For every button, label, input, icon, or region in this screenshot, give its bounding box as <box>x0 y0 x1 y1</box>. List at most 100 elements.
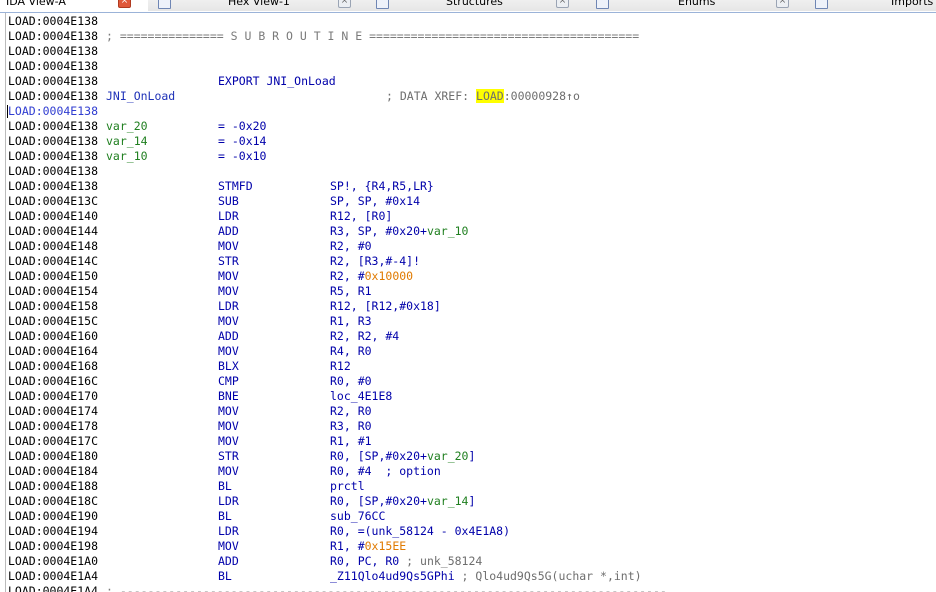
listing-line[interactable]: LOAD:0004E160 ADD R2, R2, #4 <box>8 329 934 344</box>
listing-line[interactable]: LOAD:0004E138 ; =============== S U B R O… <box>8 29 934 44</box>
listing-line[interactable]: LOAD:0004E17C MOV R1, #1 <box>8 434 934 449</box>
close-icon[interactable]: × <box>338 0 351 8</box>
instruction-operands: _Z11Qlo4ud9Qs5GPhi ; Qlo4ud9Qs5G(uchar *… <box>330 569 642 584</box>
instruction-mnemonic: MOV <box>218 464 239 478</box>
listing-line[interactable]: LOAD:0004E188 BL prctl <box>8 479 934 494</box>
listing-line[interactable]: LOAD:0004E168 BLX R12 <box>8 359 934 374</box>
listing-line[interactable]: LOAD:0004E16C CMP R0, #0 <box>8 374 934 389</box>
listing-line[interactable]: LOAD:0004E138 <box>8 104 934 119</box>
instruction-mnemonic: BL <box>218 509 232 523</box>
line-address: LOAD:0004E198 <box>8 539 99 553</box>
listing-line[interactable]: LOAD:0004E198 MOV R1, #0x15EE <box>8 539 934 554</box>
operand-comment: ; Qlo4ud9Qs5G(uchar *,int) <box>454 569 642 583</box>
enums-icon <box>596 0 609 9</box>
instruction-mnemonic: STMFD <box>218 179 253 193</box>
listing-line[interactable]: LOAD:0004E164 MOV R4, R0 <box>8 344 934 359</box>
operand-text: R1, #1 <box>330 434 372 448</box>
xref-segment-highlight: LOAD <box>476 89 504 103</box>
operand-text: R12, [R12,#0x18] <box>330 299 441 313</box>
stack-var-name: var_20 <box>106 119 148 133</box>
tab-hex-view-1[interactable]: Hex View-1 × <box>148 0 382 11</box>
subroutine-separator: ; =============== S U B R O U T I N E ==… <box>106 29 640 43</box>
instruction-operands: R2, R0 <box>330 404 372 419</box>
listing-line[interactable]: LOAD:0004E1A4 BL _Z11Qlo4ud9Qs5GPhi ; Qlo4… <box>8 569 934 584</box>
listing-line[interactable]: LOAD:0004E140 LDR R12, [R0] <box>8 209 934 224</box>
instruction-mnemonic: LDR <box>218 494 239 508</box>
instruction-mnemonic: MOV <box>218 284 239 298</box>
listing-line[interactable]: LOAD:0004E184 MOV R0, #4 ; option <box>8 464 934 479</box>
line-address: LOAD:0004E174 <box>8 404 99 418</box>
operand-text: R12 <box>330 359 351 373</box>
listing-line[interactable]: LOAD:0004E18C LDR R0, [SP,#0x20+var_14] <box>8 494 934 509</box>
instruction-mnemonic: BLX <box>218 359 239 373</box>
listing-line[interactable]: LOAD:0004E15C MOV R1, R3 <box>8 314 934 329</box>
listing-line[interactable]: LOAD:0004E154 MOV R5, R1 <box>8 284 934 299</box>
operand-text: R2, #0 <box>330 239 372 253</box>
tab-enums[interactable]: Enums × <box>586 0 820 11</box>
listing-line[interactable]: LOAD:0004E178 MOV R3, R0 <box>8 419 934 434</box>
listing-line[interactable]: LOAD:0004E138 <box>8 44 934 59</box>
close-icon[interactable]: × <box>776 0 789 8</box>
listing-line[interactable]: LOAD:0004E170 BNE loc_4E1E8 <box>8 389 934 404</box>
line-address: LOAD:0004E148 <box>8 239 99 253</box>
line-address: LOAD:0004E18C <box>8 494 99 508</box>
line-address: LOAD:0004E190 <box>8 509 99 523</box>
structures-icon <box>376 0 389 9</box>
disassembly-listing[interactable]: LOAD:0004E138 LOAD:0004E138; ============… <box>0 12 936 592</box>
tab-label: Hex View-1 <box>228 0 290 8</box>
line-address: LOAD:0004E16C <box>8 374 99 388</box>
line-address: LOAD:0004E160 <box>8 329 99 343</box>
listing-line[interactable]: LOAD:0004E138 STMFD SP!, {R4,R5,LR} <box>8 179 934 194</box>
listing-line[interactable]: LOAD:0004E1A0 ADD R0, PC, R0 ; unk_58124 <box>8 554 934 569</box>
xref-prefix: ; DATA XREF: <box>386 89 477 103</box>
listing-line[interactable]: LOAD:0004E138 <box>8 59 934 74</box>
instruction-operands: R12 <box>330 359 351 374</box>
listing-line[interactable]: LOAD:0004E144 ADD R3, SP, #0x20+var_10 <box>8 224 934 239</box>
listing-line[interactable]: LOAD:0004E194 LDR R0, =(unk_58124 - 0x4E1A… <box>8 524 934 539</box>
listing-line[interactable]: LOAD:0004E158 LDR R12, [R12,#0x18] <box>8 299 934 314</box>
line-address: LOAD:0004E188 <box>8 479 99 493</box>
operand-text: R0, #0 <box>330 374 372 388</box>
instruction-operands: R0, PC, R0 ; unk_58124 <box>330 554 482 569</box>
operand-comment: ; unk_58124 <box>399 554 483 568</box>
listing-line[interactable]: LOAD:0004E1A4 ; -------------------------… <box>8 584 934 592</box>
close-icon[interactable]: × <box>118 0 131 8</box>
listing-line[interactable]: LOAD:0004E138 <box>8 164 934 179</box>
operand-text: R2, [R3,#-4]! <box>330 254 421 268</box>
listing-line[interactable]: LOAD:0004E174 MOV R2, R0 <box>8 404 934 419</box>
instruction-operands: loc_4E1E8 <box>330 389 392 404</box>
operand-tail: ] <box>468 449 476 463</box>
listing-line[interactable]: LOAD:0004E138 var_10 = -0x10 <box>8 149 934 164</box>
instruction-mnemonic: MOV <box>218 344 239 358</box>
listing-line[interactable]: LOAD:0004E138 JNI_OnLoad ; DATA XREF: LOAD… <box>8 89 934 104</box>
stack-var-offset: = -0x10 <box>218 149 267 163</box>
listing-line[interactable]: LOAD:0004E180 STR R0, [SP,#0x20+var_20] <box>8 449 934 464</box>
function-label: JNI_OnLoad <box>106 89 176 103</box>
listing-line[interactable]: LOAD:0004E190 BL sub_76CC <box>8 509 934 524</box>
instruction-mnemonic: ADD <box>218 329 239 343</box>
close-icon[interactable]: × <box>556 0 569 8</box>
line-address: LOAD:0004E158 <box>8 299 99 313</box>
operand-text: R12, [R0] <box>330 209 393 223</box>
operand-immediate: 0x15EE <box>364 539 407 553</box>
listing-line[interactable]: LOAD:0004E138 <box>8 14 934 29</box>
listing-line[interactable]: LOAD:0004E150 MOV R2, #0x10000 <box>8 269 934 284</box>
listing-line[interactable]: LOAD:0004E14C STR R2, [R3,#-4]! <box>8 254 934 269</box>
listing-line[interactable]: LOAD:0004E13C SUB SP, SP, #0x14 <box>8 194 934 209</box>
listing-line[interactable]: LOAD:0004E148 MOV R2, #0 <box>8 239 934 254</box>
listing-line[interactable]: LOAD:0004E138 var_14 = -0x14 <box>8 134 934 149</box>
instruction-operands: prctl <box>330 479 365 494</box>
listing-line[interactable]: LOAD:0004E138 EXPORT JNI_OnLoad <box>8 74 934 89</box>
tab-structures[interactable]: Structures × <box>366 0 600 11</box>
tab-label: Enums <box>678 0 716 8</box>
operand-text: SP, SP, #0x14 <box>330 194 421 208</box>
tab-imports[interactable]: Imports <box>805 0 936 11</box>
line-address: LOAD:0004E170 <box>8 389 99 403</box>
listing-line[interactable]: LOAD:0004E138 var_20 = -0x20 <box>8 119 934 134</box>
line-address: LOAD:0004E140 <box>8 209 99 223</box>
instruction-operands: SP, SP, #0x14 <box>330 194 420 209</box>
operand-text: R3, SP, #0x20+ <box>330 224 427 238</box>
stack-var-offset: = -0x20 <box>218 119 267 133</box>
instruction-mnemonic: BL <box>218 569 232 583</box>
instruction-operands: R4, R0 <box>330 344 372 359</box>
